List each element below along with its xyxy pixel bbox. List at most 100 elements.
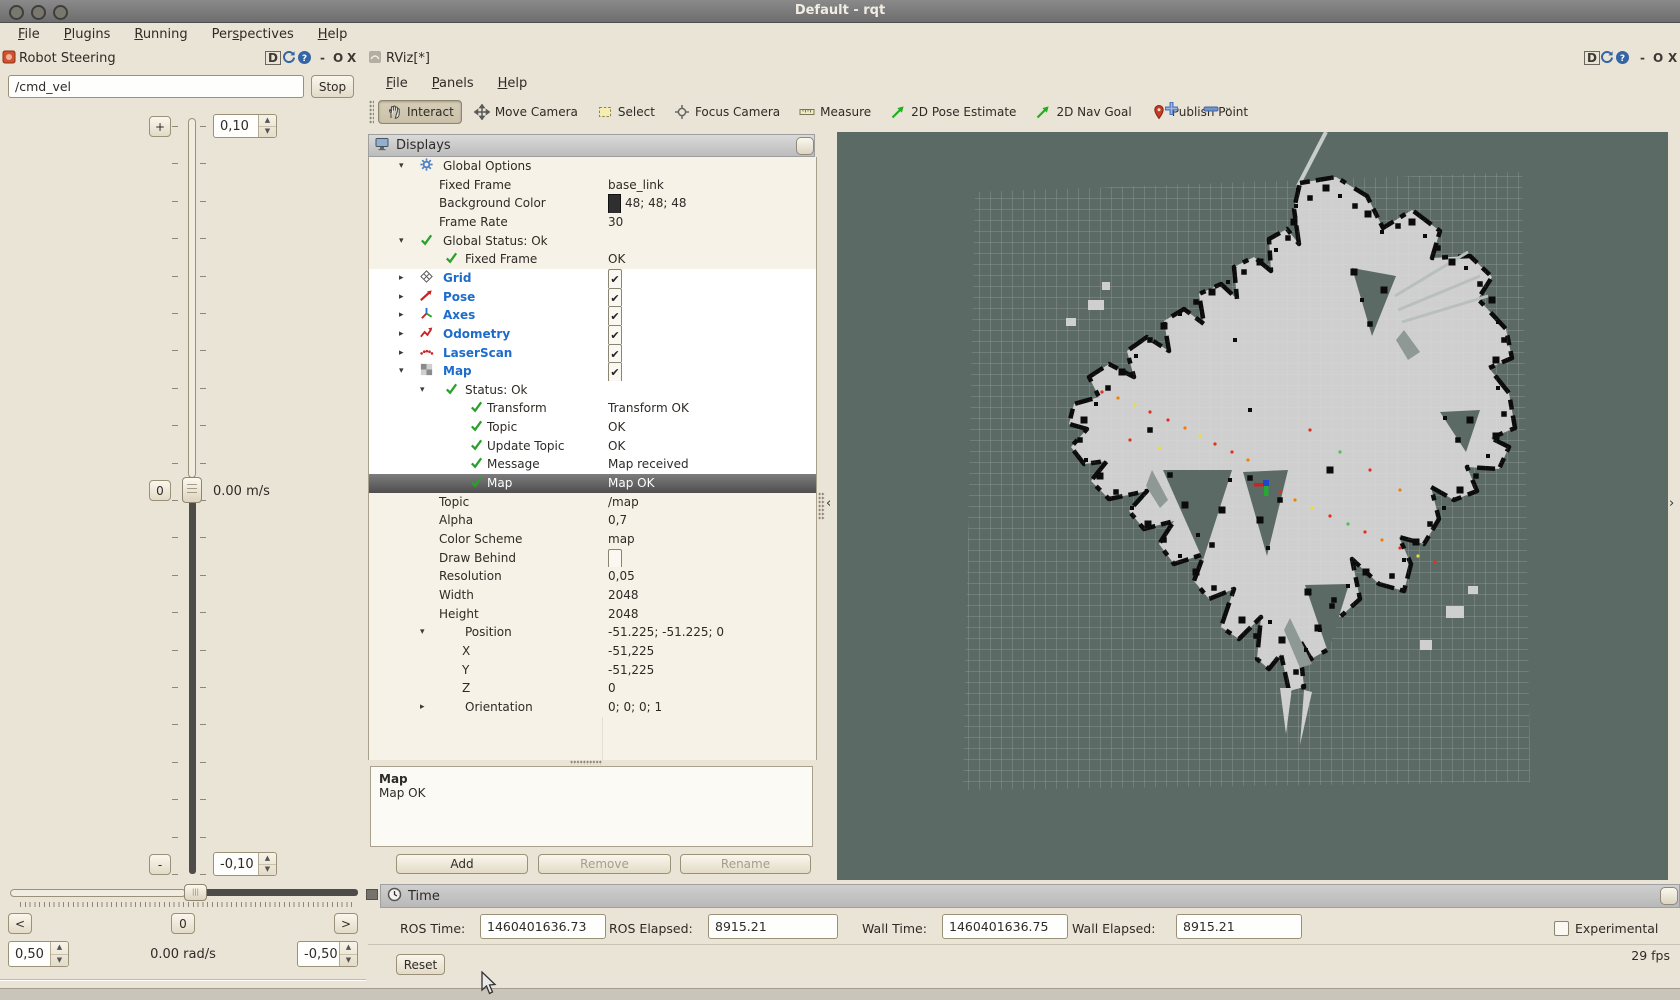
reload-icon[interactable]: [281, 50, 296, 68]
time-panel-header[interactable]: Time: [380, 884, 1680, 908]
tool-publish-point[interactable]: Publish Point: [1144, 101, 1255, 123]
angular-min-spinbox[interactable]: -0,50 ▲▼: [297, 941, 358, 967]
linear-zero-button[interactable]: 0: [149, 480, 171, 501]
tree-row-x[interactable]: X-51,225: [369, 642, 816, 661]
angular-slider-track-right[interactable]: [205, 889, 358, 896]
panel-minimize-button[interactable]: -: [320, 51, 325, 65]
collapse-arrow-icon[interactable]: ▾: [420, 381, 425, 400]
tree-row-draw-behind[interactable]: Draw Behind: [369, 549, 816, 568]
angular-slider-track-left[interactable]: [10, 889, 186, 897]
linear-slider-track-lower[interactable]: [189, 503, 196, 874]
rqt-menu-help[interactable]: Help: [308, 25, 358, 44]
tree-row-grid[interactable]: ▸Grid✔: [369, 269, 816, 288]
tree-row-position[interactable]: ▾Position-51.225; -51.225; 0: [369, 623, 816, 642]
time-panel-float-button[interactable]: [1660, 887, 1678, 905]
tree-row-update-topic[interactable]: Update TopicOK: [369, 437, 816, 456]
time-field-input[interactable]: 1460401636.73: [480, 914, 606, 939]
tool-select[interactable]: Select: [590, 101, 662, 123]
tree-row-height[interactable]: Height2048: [369, 605, 816, 624]
tree-row-fixed-frame[interactable]: Fixed FrameOK: [369, 250, 816, 269]
rviz-menu-help[interactable]: Help: [488, 74, 538, 93]
spin-arrows[interactable]: ▲▼: [258, 853, 276, 875]
panel-minimize-button-rviz[interactable]: -: [1640, 51, 1645, 65]
help-icon-rviz[interactable]: ?: [1615, 50, 1630, 68]
expand-arrow-icon[interactable]: ▸: [399, 306, 404, 325]
tree-row-topic[interactable]: TopicOK: [369, 418, 816, 437]
rviz-menu-file[interactable]: File: [376, 74, 418, 93]
view-splitter-handle[interactable]: [818, 492, 825, 520]
spin-arrows[interactable]: ▲▼: [339, 942, 357, 966]
tree-row-odometry[interactable]: ▸Odometry✔: [369, 325, 816, 344]
tree-row-transform[interactable]: TransformTransform OK: [369, 399, 816, 418]
expand-arrow-icon[interactable]: ▸: [399, 344, 404, 363]
collapse-right-chevron-icon[interactable]: ›: [1669, 496, 1674, 511]
tree-row-global-status-ok[interactable]: ▾Global Status: Ok: [369, 232, 816, 251]
collapse-arrow-icon[interactable]: ▾: [399, 362, 404, 381]
displays-panel-header[interactable]: Displays: [368, 134, 815, 157]
experimental-checkbox[interactable]: [1554, 921, 1569, 936]
tree-row-width[interactable]: Width2048: [369, 586, 816, 605]
linear-increase-button[interactable]: +: [149, 116, 171, 137]
add-tool-icon[interactable]: [1163, 100, 1180, 120]
linear-slider-handle[interactable]: [182, 477, 202, 503]
tree-row-status-ok[interactable]: ▾Status: Ok: [369, 381, 816, 400]
remove-tool-icon[interactable]: [1203, 104, 1220, 118]
tree-row-y[interactable]: Y-51,225: [369, 661, 816, 680]
tree-row-laserscan[interactable]: ▸LaserScan✔: [369, 344, 816, 363]
collapse-left-chevron-icon[interactable]: ‹: [826, 496, 831, 511]
spin-arrows[interactable]: ▲▼: [258, 115, 276, 137]
expand-arrow-icon[interactable]: ▸: [399, 325, 404, 344]
panel-maximize-button-rviz[interactable]: O: [1653, 51, 1663, 65]
rqt-menu-perspectives[interactable]: Perspectives: [202, 25, 304, 44]
tree-row-z[interactable]: Z0: [369, 679, 816, 698]
tree-row-global-options[interactable]: ▾Global Options: [369, 157, 816, 176]
linear-slider-track-upper[interactable]: [188, 118, 196, 478]
tree-row-background-color[interactable]: Background Color48; 48; 48: [369, 194, 816, 213]
dock-detach-button[interactable]: D: [265, 51, 281, 65]
angular-zero-button[interactable]: 0: [171, 913, 195, 934]
spin-arrows[interactable]: ▲▼: [50, 942, 68, 966]
add-display-button[interactable]: Add: [396, 854, 528, 874]
linear-max-spinbox[interactable]: 0,10 ▲▼: [213, 114, 277, 138]
collapse-arrow-icon[interactable]: ▾: [420, 623, 425, 642]
rqt-menu-running[interactable]: Running: [124, 25, 197, 44]
tool-measure[interactable]: Measure: [792, 101, 878, 123]
render-view-3d[interactable]: [837, 132, 1668, 880]
tree-row-map[interactable]: ▾Map✔: [369, 362, 816, 381]
tree-row-orientation[interactable]: ▸Orientation0; 0; 0; 1: [369, 698, 816, 717]
panel-close-button[interactable]: X: [347, 51, 356, 65]
tree-row-pose[interactable]: ▸Pose✔: [369, 288, 816, 307]
tree-row-topic[interactable]: Topic/map: [369, 493, 816, 512]
cmd-vel-topic-input[interactable]: /cmd_vel: [8, 75, 304, 98]
toolbar-drag-handle[interactable]: [369, 100, 374, 124]
tree-row-axes[interactable]: ▸Axes✔: [369, 306, 816, 325]
expand-arrow-icon[interactable]: ▸: [420, 698, 425, 717]
time-field-input[interactable]: 1460401636.75: [942, 914, 1068, 939]
dock-detach-button-rviz[interactable]: D: [1584, 51, 1600, 65]
angular-right-button[interactable]: >: [334, 913, 358, 934]
collapse-arrow-icon[interactable]: ▾: [399, 157, 404, 176]
angular-max-spinbox[interactable]: 0,50 ▲▼: [8, 941, 69, 967]
tree-row-resolution[interactable]: Resolution0,05: [369, 567, 816, 586]
tool-2d-nav-goal[interactable]: 2D Nav Goal: [1028, 101, 1138, 123]
angular-left-button[interactable]: <: [8, 913, 32, 934]
tool-move-camera[interactable]: Move Camera: [467, 101, 585, 123]
time-field-input[interactable]: 8915.21: [1176, 914, 1302, 939]
linear-min-spinbox[interactable]: -0,10 ▲▼: [213, 852, 277, 876]
collapse-arrow-icon[interactable]: ▾: [399, 232, 404, 251]
tree-row-fixed-frame[interactable]: Fixed Framebase_link: [369, 176, 816, 195]
time-field-input[interactable]: 8915.21: [708, 914, 838, 939]
help-icon[interactable]: ?: [297, 50, 312, 68]
rename-display-button[interactable]: Rename: [680, 854, 811, 874]
expand-arrow-icon[interactable]: ▸: [399, 288, 404, 307]
tree-row-frame-rate[interactable]: Frame Rate30: [369, 213, 816, 232]
time-panel-drag-handle[interactable]: [366, 889, 378, 900]
reload-icon-rviz[interactable]: [1599, 50, 1614, 68]
stop-button[interactable]: Stop: [311, 75, 354, 98]
rqt-menu-plugins[interactable]: Plugins: [54, 25, 121, 44]
remove-display-button[interactable]: Remove: [538, 854, 671, 874]
rviz-menu-panels[interactable]: Panels: [422, 74, 484, 93]
displays-splitter-handle[interactable]: [570, 760, 602, 765]
tool-interact[interactable]: Interact: [378, 100, 462, 124]
rqt-menu-file[interactable]: File: [8, 25, 50, 44]
